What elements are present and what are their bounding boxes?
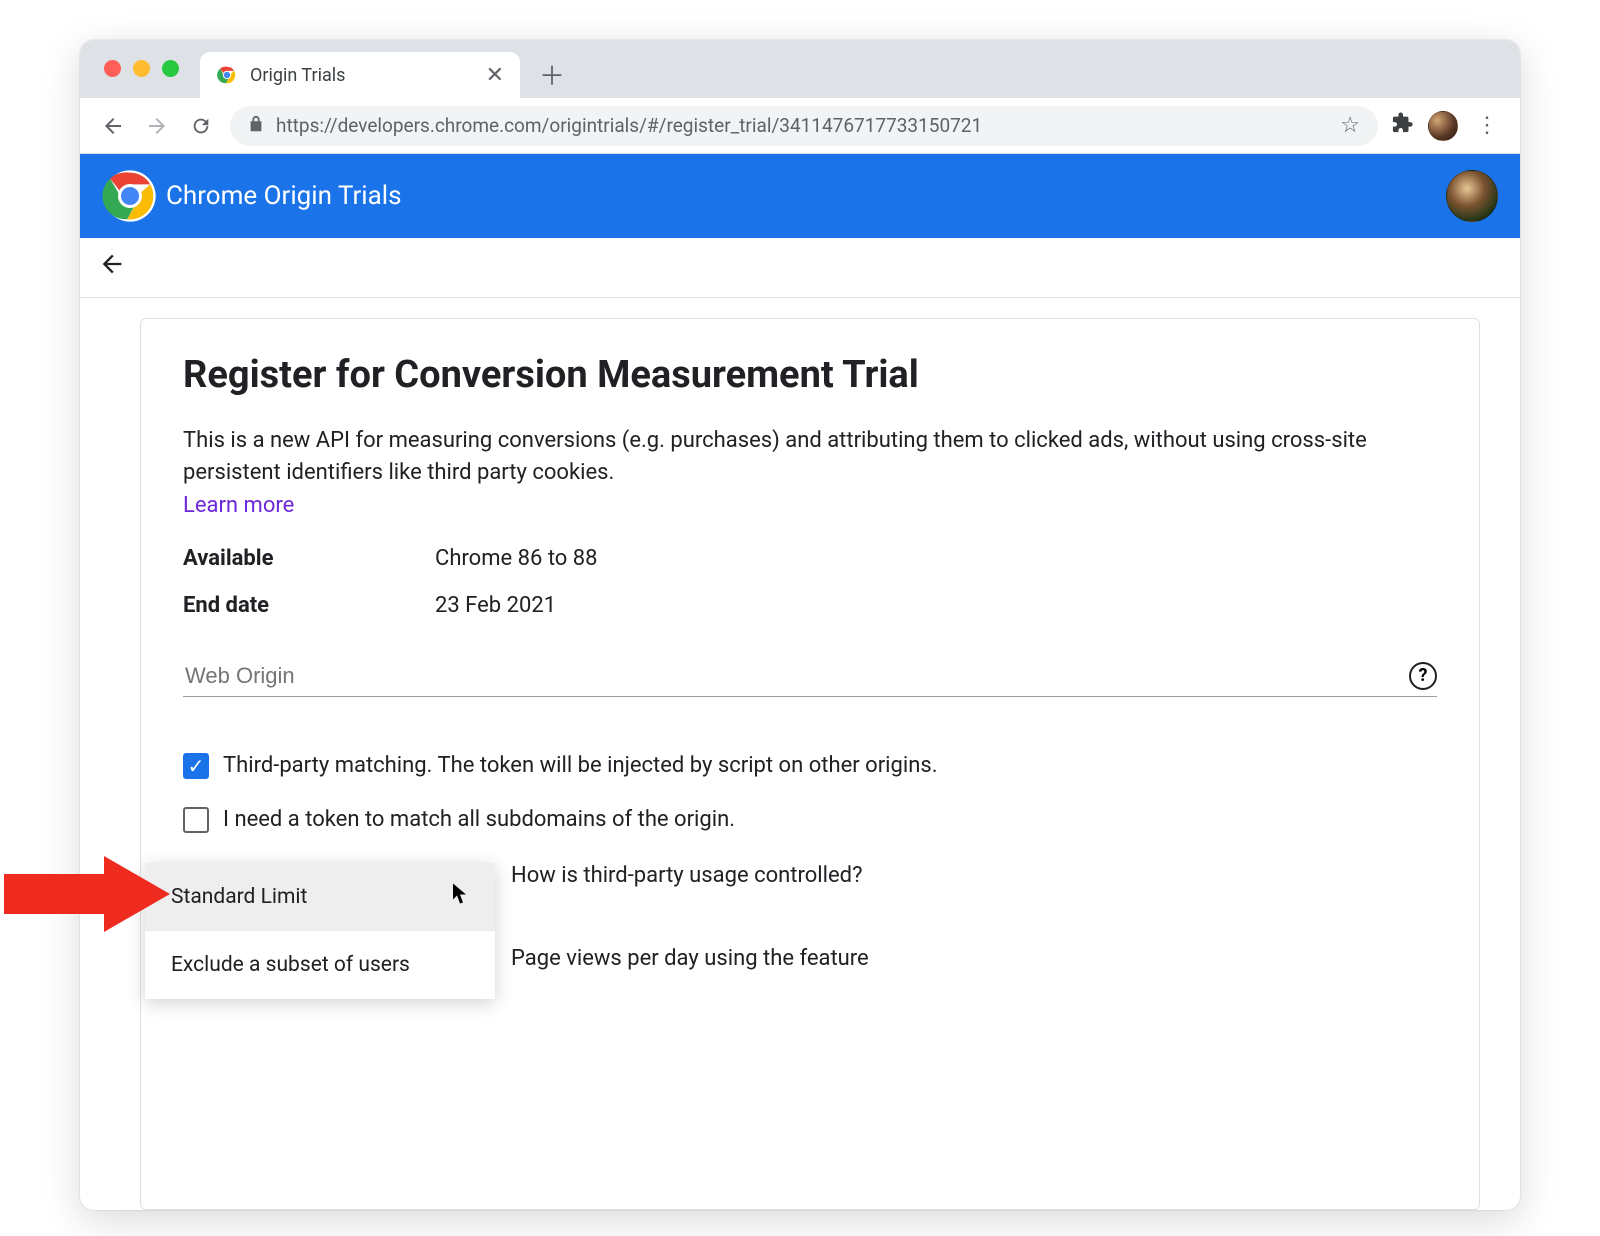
url-text: https://developers.chrome.com/origintria… — [276, 114, 982, 137]
close-window-button[interactable] — [104, 60, 121, 77]
subdomains-label: I need a token to match all subdomains o… — [223, 807, 735, 832]
address-bar: https://developers.chrome.com/origintria… — [80, 98, 1520, 154]
web-origin-input[interactable] — [183, 662, 1409, 690]
profile-avatar-small[interactable] — [1428, 111, 1458, 141]
page-title: Register for Conversion Measurement Tria… — [183, 353, 1437, 397]
forward-button[interactable] — [142, 111, 172, 141]
cursor-icon — [453, 883, 469, 910]
lock-icon — [248, 115, 264, 137]
page-back-button[interactable] — [98, 250, 126, 285]
available-value: Chrome 86 to 88 — [435, 546, 598, 571]
usage-limit-dropdown[interactable]: Standard Limit Exclude a subset of users — [145, 863, 495, 999]
help-icon[interactable]: ? — [1409, 662, 1437, 690]
chrome-logo-icon — [102, 168, 158, 224]
maximize-window-button[interactable] — [162, 60, 179, 77]
dropdown-option-standard[interactable]: Standard Limit — [145, 863, 495, 931]
end-date-label: End date — [183, 593, 435, 618]
browser-tab[interactable]: Origin Trials ✕ — [200, 52, 520, 98]
tab-title: Origin Trials — [250, 65, 345, 86]
bookmark-star-icon[interactable]: ☆ — [1340, 113, 1360, 138]
available-label: Available — [183, 546, 435, 571]
learn-more-link[interactable]: Learn more — [183, 493, 1437, 518]
profile-avatar-large[interactable] — [1446, 170, 1498, 222]
browser-menu-button[interactable]: ⋮ — [1472, 113, 1502, 138]
third-party-control-question: How is third-party usage controlled? — [511, 863, 869, 888]
browser-window: Origin Trials ✕ ＋ https://developers.chr… — [80, 40, 1520, 1210]
trial-description: This is a new API for measuring conversi… — [183, 425, 1437, 489]
extensions-icon[interactable] — [1392, 112, 1414, 140]
app-title: Chrome Origin Trials — [166, 181, 402, 211]
checkbox-section: ✓ Third-party matching. The token will b… — [183, 753, 1437, 833]
new-tab-button[interactable]: ＋ — [532, 54, 572, 94]
close-tab-button[interactable]: ✕ — [486, 63, 504, 88]
dropdown-option-exclude[interactable]: Exclude a subset of users — [145, 931, 495, 999]
window-controls — [104, 60, 179, 77]
url-field[interactable]: https://developers.chrome.com/origintria… — [230, 106, 1378, 146]
page-back-row — [80, 238, 1520, 298]
tab-bar: Origin Trials ✕ ＋ — [80, 40, 1520, 98]
usage-limit-row: Standard Limit Exclude a subset of users… — [183, 863, 1437, 999]
page-views-label: Page views per day using the feature — [511, 946, 869, 971]
back-button[interactable] — [98, 111, 128, 141]
web-origin-field-row: ? — [183, 662, 1437, 697]
third-party-label: Third-party matching. The token will be … — [223, 753, 938, 778]
subdomains-checkbox[interactable] — [183, 807, 209, 833]
chrome-favicon-icon — [216, 64, 238, 86]
third-party-checkbox[interactable]: ✓ — [183, 753, 209, 779]
end-date-value: 23 Feb 2021 — [435, 593, 556, 618]
trial-metadata: Available Chrome 86 to 88 End date 23 Fe… — [183, 546, 1437, 618]
annotation-arrow — [4, 856, 170, 932]
reload-button[interactable] — [186, 111, 216, 141]
registration-card: Register for Conversion Measurement Tria… — [140, 318, 1480, 1210]
app-header: Chrome Origin Trials — [80, 154, 1520, 238]
minimize-window-button[interactable] — [133, 60, 150, 77]
